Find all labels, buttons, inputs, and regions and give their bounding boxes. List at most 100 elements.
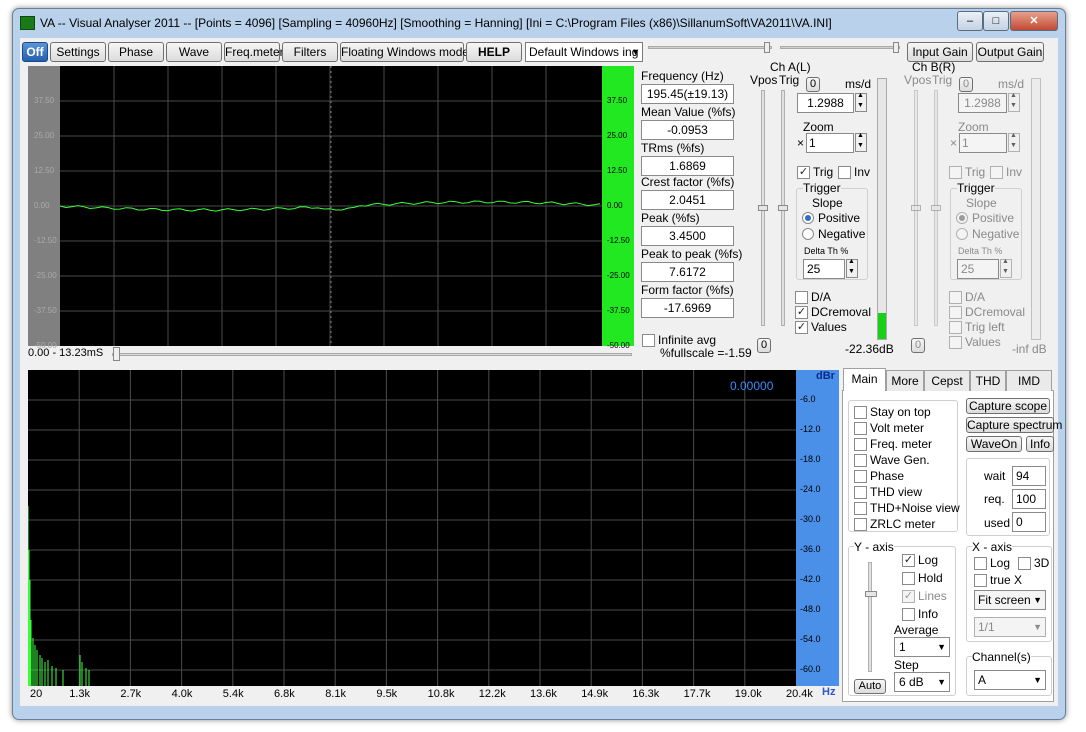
cha-zero-button[interactable]: 0: [806, 77, 820, 92]
cha-negative-radio[interactable]: [802, 228, 814, 240]
average-label: Average: [894, 623, 939, 637]
infinite-avg-checkbox[interactable]: [642, 334, 655, 347]
cha-msd-field[interactable]: 1.2988: [797, 93, 854, 113]
chb-vpos-thumb[interactable]: [911, 205, 921, 211]
output-slider-thumb[interactable]: [893, 42, 899, 53]
time-scroll-thumb[interactable]: [113, 347, 120, 361]
ratio-select[interactable]: 1/1 ▼: [974, 617, 1046, 637]
windows-mode-select[interactable]: Default Windows ing ▼: [525, 42, 643, 62]
chb-msd-spinner[interactable]: [1008, 92, 1020, 112]
chb-positive-radio[interactable]: [956, 212, 968, 224]
output-slider-track[interactable]: [780, 46, 900, 49]
chb-zoom-spinner[interactable]: [1008, 132, 1020, 152]
maximize-button[interactable]: □: [983, 11, 1009, 31]
off-button[interactable]: Off: [22, 42, 48, 62]
settings-button[interactable]: Settings: [50, 42, 106, 62]
input-gain-button[interactable]: Input Gain: [907, 42, 973, 62]
chb-vpos-label: Vpos: [904, 73, 932, 87]
tab-more[interactable]: More: [886, 370, 924, 391]
cha-trigger-title: Trigger: [803, 181, 841, 195]
capture-spectrum-button[interactable]: Capture spectrum: [966, 417, 1062, 433]
chb-delta-spinner[interactable]: [1000, 258, 1012, 278]
chevron-down-icon: ▼: [1033, 622, 1042, 632]
chb-delta-field[interactable]: 25: [957, 259, 999, 279]
minimize-button[interactable]: –: [957, 11, 983, 31]
tab-imd[interactable]: IMD: [1006, 370, 1052, 391]
chb-negative-radio[interactable]: [956, 228, 968, 240]
capture-scope-button[interactable]: Capture scope: [966, 398, 1050, 414]
tab-thd[interactable]: THD: [970, 370, 1006, 391]
cha-inv-checkbox[interactable]: [838, 166, 851, 179]
y-axis-thumb[interactable]: [865, 591, 877, 597]
average-select[interactable]: 1 ▼: [894, 637, 950, 657]
y-axis-slider[interactable]: [868, 562, 872, 672]
zrlc-checkbox[interactable]: [854, 518, 867, 531]
floating-windows-button[interactable]: Floating Windows mode: [340, 42, 469, 62]
info-button[interactable]: Info: [1026, 436, 1054, 452]
cha-da-checkbox[interactable]: [795, 291, 808, 304]
freq-meter-button[interactable]: Freq.meter: [224, 42, 284, 62]
stay-on-top-checkbox[interactable]: [854, 406, 867, 419]
cha-delta-field[interactable]: 25: [803, 259, 845, 279]
x-3d-checkbox[interactable]: [1018, 557, 1031, 570]
true-x-checkbox[interactable]: [974, 574, 987, 587]
filters-button[interactable]: Filters: [282, 42, 338, 62]
chb-dcremoval-checkbox[interactable]: [949, 306, 962, 319]
waveon-button[interactable]: WaveOn: [966, 436, 1022, 452]
cha-zoom-field[interactable]: 1: [806, 133, 854, 153]
chb-da-checkbox[interactable]: [949, 291, 962, 304]
channel-select[interactable]: A ▼: [974, 670, 1046, 690]
cha-zoom-spinner[interactable]: [855, 132, 867, 152]
auto-button[interactable]: Auto: [854, 679, 886, 694]
chb-zoom-field[interactable]: 1: [959, 133, 1007, 153]
chb-inv-checkbox[interactable]: [990, 166, 1003, 179]
tab-main[interactable]: Main: [843, 368, 886, 391]
scope-y-tick: -37.50: [34, 306, 57, 315]
cha-dcremoval-checkbox[interactable]: [795, 306, 808, 319]
input-slider-thumb[interactable]: [764, 42, 770, 53]
chb-zero-button[interactable]: 0: [959, 77, 973, 92]
cha-delta-spinner[interactable]: [846, 258, 858, 278]
chb-trig-left-checkbox[interactable]: [949, 321, 962, 334]
thd-view-checkbox[interactable]: [854, 486, 867, 499]
volt-meter-checkbox[interactable]: [854, 422, 867, 435]
ratio-value: 1/1: [978, 620, 995, 634]
scope-y-tick-right: 37.50: [607, 96, 628, 105]
cha-dcremoval-label: DCremoval: [811, 305, 872, 319]
wave-button[interactable]: Wave: [166, 42, 222, 62]
cha-positive-radio[interactable]: [802, 212, 814, 224]
help-button[interactable]: HELP: [466, 42, 522, 62]
chb-bottom-zero-button[interactable]: 0: [911, 338, 925, 353]
fit-screen-select[interactable]: Fit screen ▼: [974, 590, 1046, 610]
x-log-checkbox[interactable]: [974, 557, 987, 570]
oscilloscope-plot: [60, 66, 602, 346]
lines-checkbox[interactable]: [902, 590, 915, 603]
close-button[interactable]: ✕: [1010, 11, 1058, 31]
input-slider-track[interactable]: [648, 46, 772, 49]
output-gain-button[interactable]: Output Gain: [976, 42, 1044, 62]
phase-button[interactable]: Phase: [108, 42, 164, 62]
phase-checkbox[interactable]: [854, 470, 867, 483]
chb-msd-field[interactable]: 1.2988: [958, 93, 1007, 113]
thd-noise-checkbox[interactable]: [854, 502, 867, 515]
cha-vpos-thumb[interactable]: [758, 205, 768, 211]
freq-meter-checkbox[interactable]: [854, 438, 867, 451]
chb-trig-checkbox[interactable]: [949, 166, 962, 179]
chb-trig-label: Trig: [932, 73, 953, 87]
cha-zoom-label: Zoom: [803, 120, 834, 134]
cha-trig-thumb[interactable]: [778, 205, 788, 211]
log-checkbox[interactable]: [902, 554, 915, 567]
cha-values-checkbox[interactable]: [795, 321, 808, 334]
cha-msd-spinner[interactable]: [855, 92, 867, 112]
time-scroll-track[interactable]: [112, 353, 632, 356]
tab-cepst[interactable]: Cepst: [924, 370, 970, 391]
cha-trig-checkbox[interactable]: [797, 166, 810, 179]
hold-checkbox[interactable]: [902, 572, 915, 585]
cha-bottom-zero-button[interactable]: 0: [757, 338, 771, 353]
step-select[interactable]: 6 dB ▼: [894, 672, 950, 692]
y-info-checkbox[interactable]: [902, 608, 915, 621]
cha-title: Ch A(L): [770, 60, 811, 74]
chb-values-checkbox[interactable]: [949, 336, 962, 349]
chb-trig-thumb[interactable]: [931, 205, 941, 211]
wave-gen-checkbox[interactable]: [854, 454, 867, 467]
